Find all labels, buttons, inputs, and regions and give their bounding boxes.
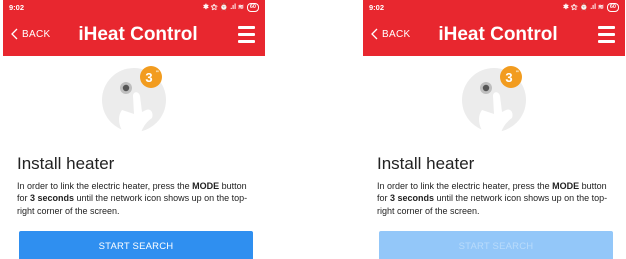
mode-emphasis: MODE xyxy=(192,181,220,191)
mode-emphasis: MODE xyxy=(552,181,580,191)
instructions-text: In order to link the electric heater, pr… xyxy=(377,181,608,216)
status-icons: ✱ ⚝ ⏰ .ıl ≋ 60 xyxy=(563,3,619,12)
status-bar: 9:02 ✱ ⚝ ⏰ .ıl ≋ 60 xyxy=(363,0,625,15)
start-search-button[interactable]: START SEARCH xyxy=(19,231,253,259)
page-title: Install heater xyxy=(17,154,115,173)
svg-text:": " xyxy=(516,71,519,77)
svg-text:3: 3 xyxy=(145,70,152,85)
seconds-emphasis: 3 seconds xyxy=(30,193,75,204)
press-mode-button-illustration: 3 " xyxy=(462,66,526,136)
status-indicator-icons: ✱ ⚝ ⏰ .ıl ≋ xyxy=(203,4,244,11)
seconds-emphasis: 3 seconds xyxy=(390,193,435,204)
status-time: 9:02 xyxy=(369,3,385,12)
status-indicator-icons: ✱ ⚝ ⏰ .ıl ≋ xyxy=(563,4,604,11)
app-header: BACK iHeat Control xyxy=(363,15,625,56)
start-search-button-disabled[interactable]: START SEARCH xyxy=(379,231,613,259)
phone-screen-left: 9:02 ✱ ⚝ ⏰ .ıl ≋ 60 BACK iHeat Control 3… xyxy=(3,0,265,259)
instructions-text: In order to link the electric heater, pr… xyxy=(17,181,248,216)
timer-badge: 3 " xyxy=(500,66,522,88)
app-header: BACK iHeat Control xyxy=(3,15,265,56)
hamburger-menu-icon[interactable] xyxy=(238,26,255,47)
timer-badge: 3 " xyxy=(140,66,162,88)
app-title: iHeat Control xyxy=(438,24,558,45)
status-icons: ✱ ⚝ ⏰ .ıl ≋ 60 xyxy=(203,3,259,12)
press-mode-button-illustration: 3 " xyxy=(102,66,166,136)
battery-icon: 60 xyxy=(606,3,619,12)
phone-screen-right: 9:02 ✱ ⚝ ⏰ .ıl ≋ 60 BACK iHeat Control 3… xyxy=(363,0,625,259)
hamburger-menu-icon[interactable] xyxy=(598,26,615,47)
app-title: iHeat Control xyxy=(78,24,198,45)
status-bar: 9:02 ✱ ⚝ ⏰ .ıl ≋ 60 xyxy=(3,0,265,15)
page-title: Install heater xyxy=(377,154,475,173)
svg-text:": " xyxy=(156,71,159,77)
battery-icon: 60 xyxy=(246,3,259,12)
svg-text:3: 3 xyxy=(505,70,512,85)
status-time: 9:02 xyxy=(9,3,25,12)
